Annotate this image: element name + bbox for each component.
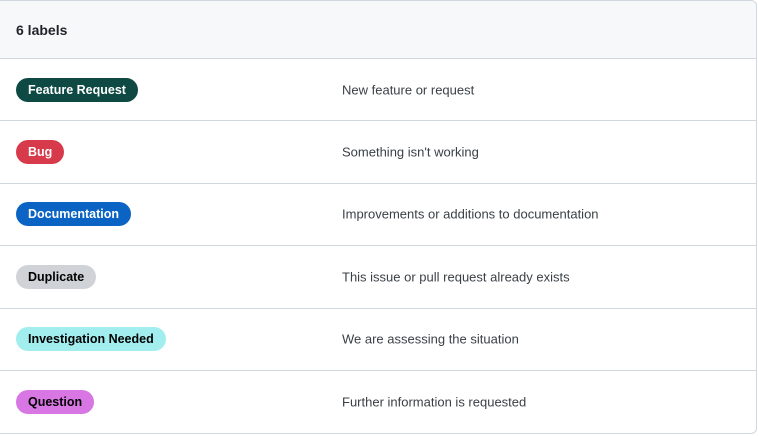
label-row: Bug Something isn't working	[0, 121, 756, 184]
label-description: Improvements or additions to documentati…	[342, 206, 599, 222]
label-row: Feature Request New feature or request	[0, 59, 756, 122]
label-row: Question Further information is requeste…	[0, 371, 756, 433]
label-row: Documentation Improvements or additions …	[0, 184, 756, 247]
label-description: We are assessing the situation	[342, 331, 519, 347]
labels-count-title: 6 labels	[16, 21, 68, 38]
label-description: This issue or pull request already exist…	[342, 269, 570, 285]
labels-box: 6 labels Feature Request New feature or …	[0, 0, 757, 434]
labels-list: Feature Request New feature or request B…	[0, 59, 756, 433]
label-pill-duplicate[interactable]: Duplicate	[16, 264, 97, 289]
label-pill-investigation-needed[interactable]: Investigation Needed	[16, 327, 166, 352]
labels-header: 6 labels	[0, 1, 756, 59]
label-pill-question[interactable]: Question	[16, 390, 95, 415]
label-description: New feature or request	[342, 82, 475, 98]
label-pill-feature-request[interactable]: Feature Request	[16, 77, 138, 102]
label-description: Something isn't working	[342, 144, 479, 160]
label-description: Further information is requested	[342, 394, 527, 410]
label-row: Investigation Needed We are assessing th…	[0, 309, 756, 371]
label-pill-bug[interactable]: Bug	[16, 140, 65, 165]
label-pill-documentation[interactable]: Documentation	[16, 202, 131, 227]
label-row: Duplicate This issue or pull request alr…	[0, 246, 756, 309]
